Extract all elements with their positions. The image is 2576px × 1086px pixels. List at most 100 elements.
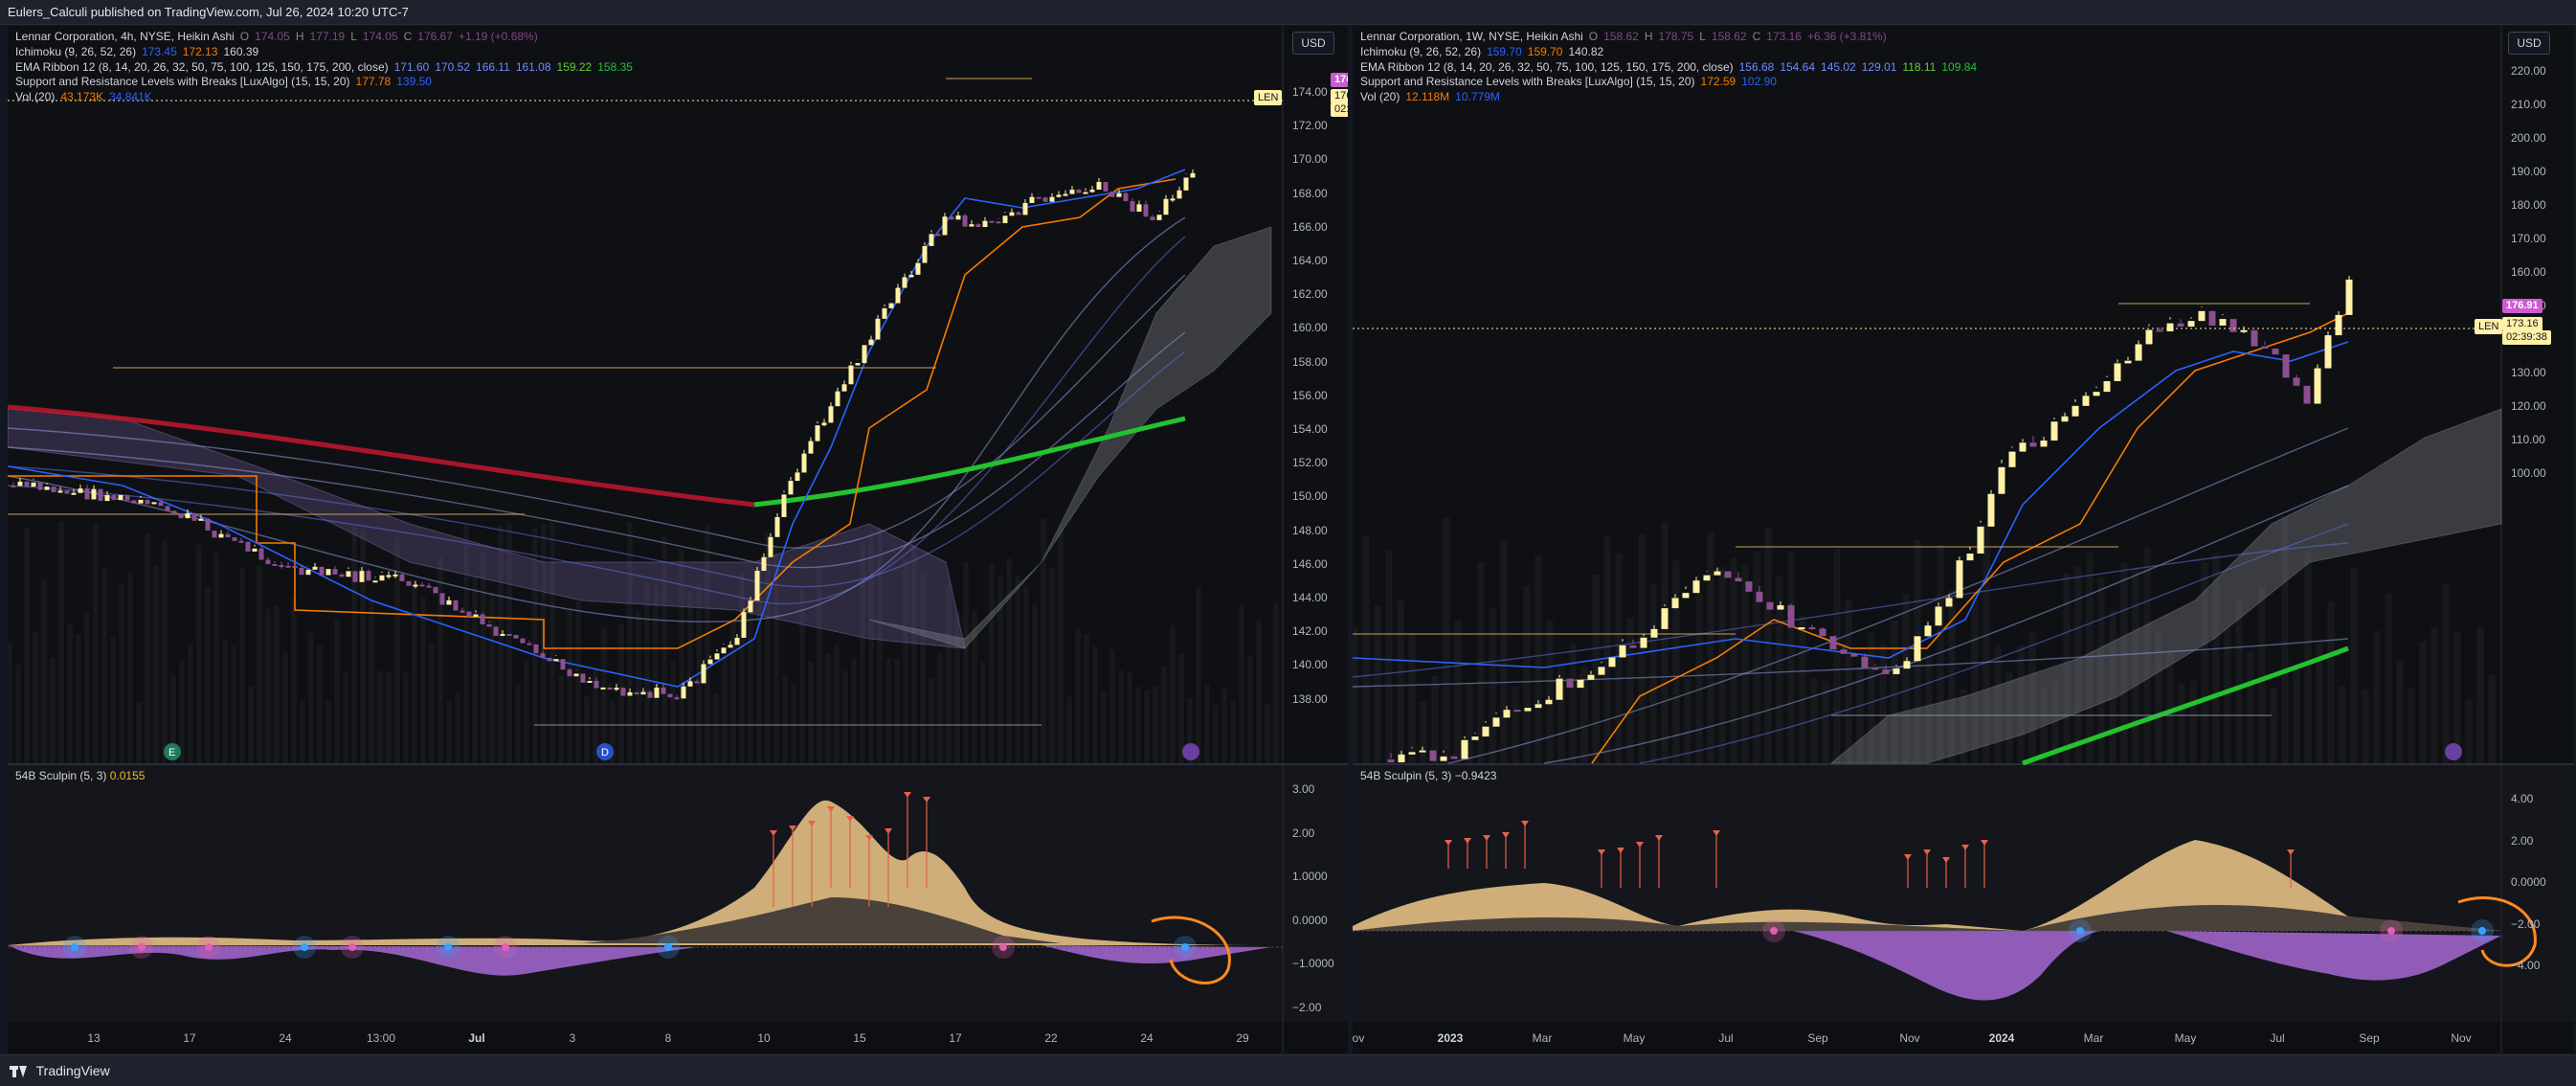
candle-body — [1069, 190, 1075, 194]
candle-body — [232, 537, 237, 541]
candle-body — [191, 512, 197, 521]
currency-button[interactable]: USD — [2508, 32, 2550, 55]
vol-legend[interactable]: Vol (20) 12.118M 10.779M — [1360, 90, 1982, 105]
publisher-bar: Eulers_Calculi published on TradingView.… — [0, 0, 2576, 25]
chart-4h-canvas[interactable]: ED — [8, 26, 1348, 1053]
candle-body — [1163, 198, 1169, 215]
candle-body — [955, 215, 961, 220]
candle-body — [841, 384, 847, 392]
candle-body — [91, 488, 97, 500]
chart-1w-canvas[interactable] — [1353, 26, 2574, 1053]
candle-body — [553, 659, 559, 662]
sculpin-tick-label: −2.00 — [2511, 916, 2541, 931]
candle-body — [1745, 581, 1753, 592]
candle-body — [1692, 580, 1700, 594]
candle-body — [165, 506, 170, 511]
candle-body — [339, 574, 345, 577]
candle-body — [2314, 368, 2321, 404]
candle-body — [238, 540, 244, 543]
sculpin-tick-label: 0.0000 — [2511, 875, 2546, 889]
chart-1w[interactable]: Lennar Corporation, 1W, NYSE, Heikin Ash… — [1353, 26, 2574, 1053]
candle-body — [1143, 204, 1149, 217]
candle-body — [78, 488, 83, 493]
footer-brand: TradingView — [35, 1063, 110, 1078]
candle-body — [124, 494, 130, 501]
candle-body — [1513, 710, 1521, 713]
candle-body — [2029, 442, 2037, 447]
candle-body — [614, 688, 619, 690]
candle-body — [11, 486, 16, 487]
candle-body — [285, 565, 291, 568]
candle-body — [359, 571, 365, 582]
candle-body — [1056, 194, 1062, 197]
sculpin-axis[interactable]: 4.00 2.00 0.0000 −2.00 −4.00 — [2501, 26, 2574, 1022]
sculpin-tick-label: 2.00 — [1292, 826, 1315, 840]
sculpin-legend[interactable]: 54B Sculpin (5, 3) −0.9423 — [1360, 769, 1496, 783]
candle-body — [774, 516, 780, 537]
symbol-title[interactable]: Lennar Corporation, 1W, NYSE, Heikin Ash… — [1360, 30, 1583, 43]
candle-body — [526, 643, 532, 645]
tradingview-logo-icon — [10, 1066, 27, 1078]
candle-body — [2251, 329, 2258, 347]
candle-body — [1461, 739, 1468, 759]
candle-body — [413, 584, 418, 587]
candle-body — [1924, 625, 1932, 637]
candle-body — [64, 490, 70, 494]
candle-body — [1123, 192, 1129, 202]
ema-legend[interactable]: EMA Ribbon 12 (8, 14, 20, 26, 32, 50, 75… — [15, 60, 638, 76]
sculpin-axis[interactable]: 3.00 2.00 1.0000 0.0000 −1.0000 −2.00 — [1283, 26, 1348, 1022]
time-tick-label: 24 — [279, 1031, 292, 1045]
candle-body — [1893, 668, 1900, 674]
candle-body — [352, 571, 358, 582]
candle-body — [1756, 591, 1763, 602]
candle-body — [647, 691, 653, 698]
candle-body — [1819, 628, 1826, 637]
candle-body — [2072, 405, 2079, 417]
candle-body — [1629, 645, 1637, 648]
candle-body — [2177, 323, 2184, 328]
candle-body — [1036, 196, 1042, 199]
earnings-badge-label: E — [168, 747, 175, 758]
time-tick-label: 17 — [949, 1031, 962, 1045]
candle-body — [929, 234, 934, 246]
candle-body — [104, 494, 110, 502]
candle-body — [2219, 319, 2227, 326]
candle-body — [2019, 442, 2027, 452]
candle-body — [560, 659, 566, 670]
candle-body — [1861, 656, 1869, 668]
candle-body — [513, 635, 519, 639]
candle-body — [272, 563, 278, 566]
candle-body — [2293, 377, 2300, 386]
candle-body — [1534, 704, 1542, 709]
currency-button[interactable]: USD — [1292, 32, 1334, 55]
sr-legend[interactable]: Support and Resistance Levels with Break… — [1360, 75, 1982, 90]
ema-legend[interactable]: EMA Ribbon 12 (8, 14, 20, 26, 32, 50, 75… — [1360, 60, 1982, 76]
chart-4h[interactable]: ED Lennar Corporation, 4h, NYSE, Heikin … — [8, 26, 1348, 1053]
candle-body — [1116, 192, 1122, 197]
sculpin-tick-label: −2.00 — [1292, 1000, 1322, 1014]
candle-body — [915, 262, 921, 275]
time-axis[interactable]: 13 17 24 13:00 Jul 3 8 10 15 17 22 24 29 — [8, 1024, 1281, 1052]
candle-body — [2272, 348, 2279, 355]
candle-body — [882, 307, 887, 319]
candle-body — [982, 220, 988, 228]
ichimoku-legend[interactable]: Ichimoku (9, 26, 52, 26) 159.70 159.70 140.… — [1360, 45, 1982, 60]
candle-body — [1109, 191, 1115, 197]
candle-body — [868, 339, 874, 346]
ticker-label: LEN — [2475, 319, 2503, 334]
candle-body — [1577, 679, 1584, 689]
sculpin-legend[interactable]: 54B Sculpin (5, 3) 0.0155 — [15, 769, 145, 783]
candle-body — [2240, 329, 2248, 332]
time-axis[interactable]: ov 2023 Mar May Jul Sep Nov 2024 Mar May Jul Sep Nov — [1353, 1024, 2501, 1052]
symbol-line: Lennar Corporation, 1W, NYSE, Heikin Ash… — [1360, 30, 1887, 43]
candle-body — [506, 633, 512, 636]
time-tick-label: 2023 — [1437, 1031, 1464, 1045]
candle-body — [145, 499, 150, 505]
vol-legend[interactable]: Vol (20) 43.173K 34.841K — [15, 90, 638, 105]
sr-legend[interactable]: Support and Resistance Levels with Break… — [15, 75, 638, 90]
candle-body — [1387, 759, 1395, 762]
chart-4h-legend: Lennar Corporation, 4h, NYSE, Heikin Ash… — [15, 30, 638, 105]
candle-body — [98, 488, 103, 502]
ichimoku-legend[interactable]: Ichimoku (9, 26, 52, 26) 173.45 172.13 160.… — [15, 45, 638, 60]
symbol-title[interactable]: Lennar Corporation, 4h, NYSE, Heikin Ash… — [15, 30, 235, 43]
